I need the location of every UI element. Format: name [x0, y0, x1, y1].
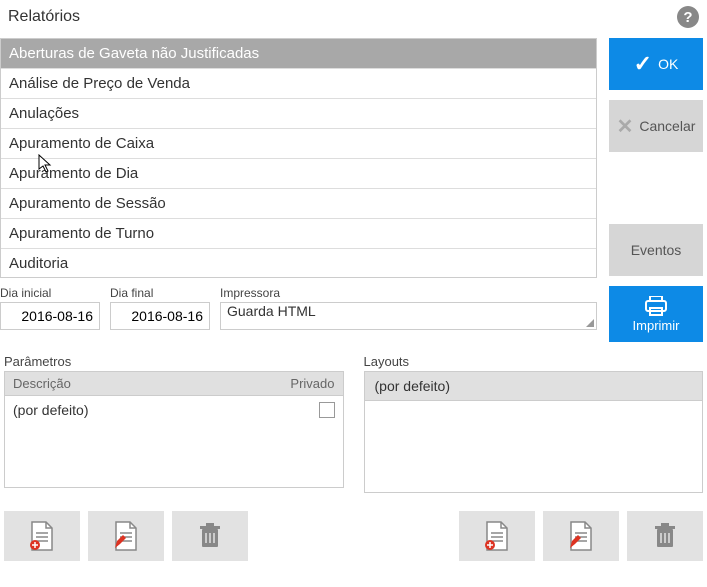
printer-label: Impressora	[220, 286, 597, 300]
document-add-icon	[29, 521, 55, 551]
params-header: Descrição Privado	[4, 371, 344, 396]
layouts-title: Layouts	[364, 354, 704, 369]
document-edit-icon	[113, 521, 139, 551]
end-date-label: Dia final	[110, 286, 210, 300]
param-delete-button[interactable]	[172, 511, 248, 561]
check-icon: ✓	[634, 51, 652, 77]
help-icon[interactable]: ?	[677, 6, 699, 28]
layout-delete-button[interactable]	[627, 511, 703, 561]
page-title: Relatórios	[8, 8, 80, 26]
layout-add-button[interactable]	[459, 511, 535, 561]
trash-icon	[654, 523, 676, 549]
param-edit-button[interactable]	[88, 511, 164, 561]
params-col-desc: Descrição	[13, 376, 71, 391]
close-icon: ✕	[617, 114, 634, 139]
param-desc: (por defeito)	[13, 402, 88, 418]
cancel-button[interactable]: ✕ Cancelar	[609, 100, 703, 152]
report-item[interactable]: Apuramento de Dia	[1, 159, 596, 189]
end-date-input[interactable]	[110, 302, 210, 330]
params-col-priv: Privado	[290, 376, 334, 391]
layout-selected[interactable]: (por defeito)	[364, 371, 704, 401]
report-item[interactable]: Anulações	[1, 99, 596, 129]
report-item[interactable]: Apuramento de Caixa	[1, 129, 596, 159]
trash-icon	[199, 523, 221, 549]
print-button[interactable]: Imprimir	[609, 286, 703, 342]
layout-edit-button[interactable]	[543, 511, 619, 561]
report-item[interactable]: Análise de Preço de Venda	[1, 69, 596, 99]
param-row[interactable]: (por defeito)	[5, 396, 343, 424]
start-date-label: Dia inicial	[0, 286, 100, 300]
start-date-input[interactable]	[0, 302, 100, 330]
printer-select[interactable]: Guarda HTML	[220, 302, 597, 330]
printer-icon	[644, 296, 668, 316]
report-item[interactable]: Auditoria	[1, 249, 596, 278]
report-item[interactable]: Apuramento de Turno	[1, 219, 596, 249]
param-add-button[interactable]	[4, 511, 80, 561]
param-checkbox[interactable]	[319, 402, 335, 418]
document-add-icon	[484, 521, 510, 551]
report-item[interactable]: Apuramento de Sessão	[1, 189, 596, 219]
document-edit-icon	[568, 521, 594, 551]
params-title: Parâmetros	[4, 354, 344, 369]
report-item[interactable]: Aberturas de Gaveta não Justificadas	[1, 39, 596, 69]
ok-button[interactable]: ✓ OK	[609, 38, 703, 90]
params-list[interactable]: (por defeito)	[4, 396, 344, 488]
report-list[interactable]: Aberturas de Gaveta não Justificadas Aná…	[0, 38, 597, 278]
events-button[interactable]: Eventos	[609, 224, 703, 276]
layout-list[interactable]	[364, 401, 704, 493]
